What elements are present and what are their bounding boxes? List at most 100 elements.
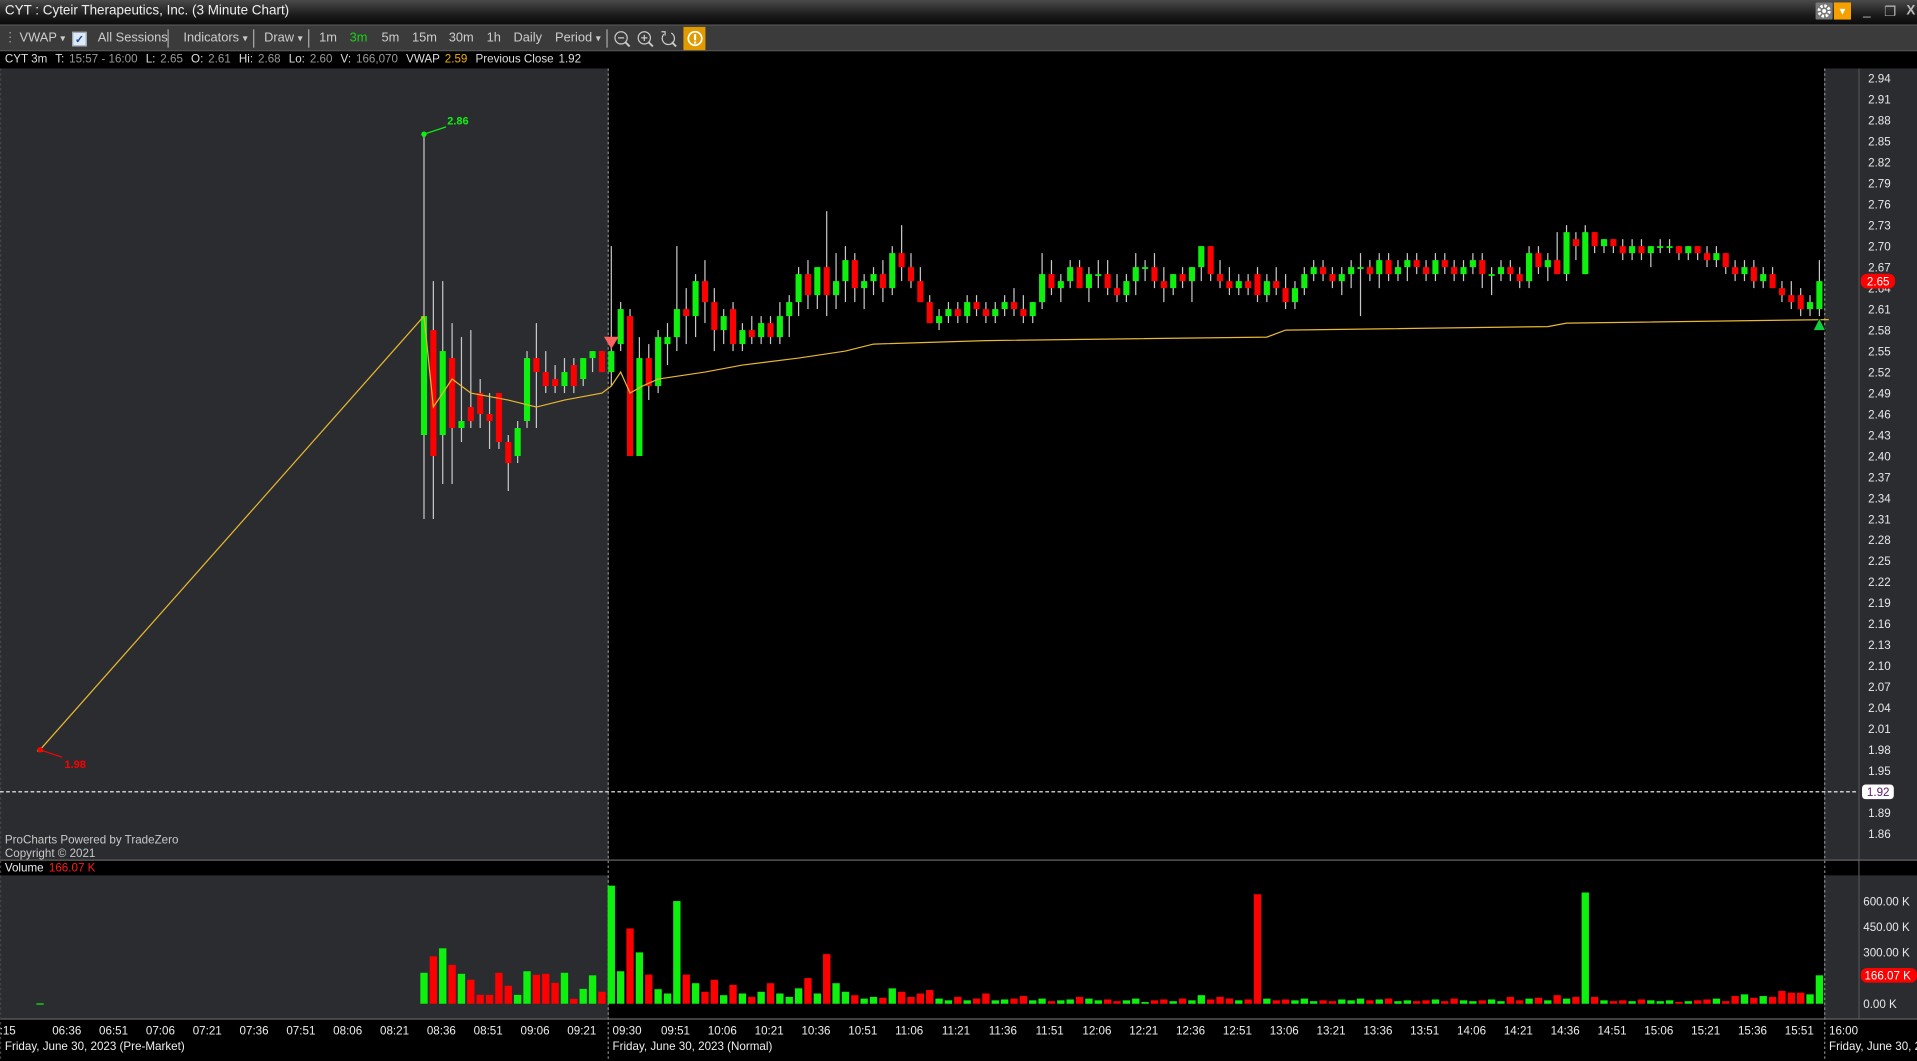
volume-bar[interactable] [1394,1001,1402,1004]
candle-body[interactable] [1479,260,1486,275]
candle-body[interactable] [1104,274,1111,289]
volume-bar[interactable] [879,997,887,1004]
volume-bar[interactable] [1497,1001,1505,1004]
candle-body[interactable] [589,351,596,359]
candle-body[interactable] [720,316,727,331]
candle-body[interactable] [936,316,943,324]
price-chart[interactable]: 2.94 2.91 2.88 2.85 2.82 2.79 2.76 2.73 2.70 2.67… [0,0,1917,1061]
candle-body[interactable] [1160,281,1167,289]
volume-bar[interactable] [654,989,662,1004]
volume-bar[interactable] [916,993,925,1004]
volume-bar[interactable] [1609,1001,1618,1004]
volume-bar[interactable] [1300,998,1308,1004]
volume-bar[interactable] [1413,1001,1421,1004]
volume-bar[interactable] [1272,1000,1280,1004]
candle-body[interactable] [1413,260,1420,268]
candle-body[interactable] [636,358,643,457]
volume-bar[interactable] [1113,1001,1121,1004]
candle-body[interactable] [945,309,952,317]
volume-bar[interactable] [926,990,934,1004]
candle-body[interactable] [1273,281,1280,289]
candle-body[interactable] [1170,274,1177,289]
volume-bar[interactable] [467,979,475,1004]
candle-body[interactable] [1095,274,1102,276]
candle-body[interactable] [430,330,437,457]
candle-body[interactable] [982,309,989,317]
volume-bar[interactable] [607,885,615,1004]
volume-bar[interactable] [776,993,784,1004]
volume-bar[interactable] [1600,1000,1608,1004]
volume-bar[interactable] [1487,999,1496,1004]
volume-bar[interactable] [1356,998,1365,1004]
volume-bar[interactable] [429,956,438,1004]
volume-bar[interactable] [1160,999,1168,1004]
candle-body[interactable] [1507,267,1514,275]
volume-bar[interactable] [720,995,728,1004]
candle-body[interactable] [917,281,924,303]
volume-bar[interactable] [1722,1001,1730,1004]
candle-body[interactable] [823,267,830,296]
candle-body[interactable] [1469,260,1476,268]
candle-body[interactable] [626,316,634,457]
volume-bar[interactable] [766,983,775,1004]
candle-body[interactable] [1423,267,1430,275]
candle-body[interactable] [1301,274,1308,289]
candle-body[interactable] [1488,274,1495,276]
candle-body[interactable] [570,365,577,387]
volume-bar[interactable] [1656,1001,1664,1004]
volume-bar[interactable] [1712,998,1721,1004]
candle-body[interactable] [1020,309,1027,317]
volume-bar[interactable] [1469,1001,1477,1004]
candle-body[interactable] [683,309,690,317]
volume-bar[interactable] [1310,1001,1318,1004]
volume-bar[interactable] [738,993,747,1004]
candle-body[interactable] [1657,246,1664,248]
volume-bar[interactable] [1740,994,1749,1004]
candle-body[interactable] [1535,253,1542,268]
volume-bar[interactable] [513,994,522,1004]
candle-body[interactable] [1760,274,1767,282]
candle-body[interactable] [1263,281,1270,296]
volume-bar[interactable] [1647,1000,1655,1004]
candle-body[interactable] [1591,232,1598,247]
volume-bar[interactable] [1338,999,1346,1004]
volume-bar[interactable] [532,974,541,1004]
volume-bar[interactable] [1206,999,1215,1004]
volume-bar[interactable] [954,996,962,1004]
candle-body[interactable] [1385,260,1392,275]
volume-bar[interactable] [1225,998,1234,1004]
candle-body[interactable] [767,323,774,338]
volume-bar[interactable] [542,973,550,1004]
volume-bar[interactable] [794,988,803,1004]
volume-bar[interactable] [588,975,597,1004]
volume-bar[interactable] [1478,1000,1486,1004]
volume-bar[interactable] [1693,1000,1702,1004]
volume-bar[interactable] [616,971,625,1004]
volume-bar[interactable] [1590,996,1599,1004]
volume-bar[interactable] [1094,1000,1102,1004]
volume-bar[interactable] [598,991,606,1004]
candle-body[interactable] [1010,302,1018,310]
volume-bar[interactable] [448,964,456,1004]
volume-bar[interactable] [1281,999,1290,1004]
candle-body[interactable] [542,372,549,387]
candle-body[interactable] [1713,253,1720,261]
volume-bar[interactable] [1197,995,1205,1004]
candle-body[interactable] [1291,288,1299,303]
candle-body[interactable] [1376,260,1383,275]
candle-body[interactable] [1497,267,1505,275]
volume-bar[interactable] [1057,1000,1065,1004]
candle-body[interactable] [1816,281,1823,310]
candle-body[interactable] [1057,281,1064,289]
volume-bar[interactable] [1244,999,1252,1004]
candle-body[interactable] [1460,267,1467,275]
candle-body[interactable] [1085,274,1092,289]
volume-bar[interactable] [1675,1002,1683,1004]
volume-bar[interactable] [1375,999,1383,1004]
volume-bar[interactable] [579,988,587,1004]
volume-bar[interactable] [785,996,793,1004]
candle-body[interactable] [1675,246,1682,254]
candle-body[interactable] [1666,246,1673,248]
volume-bar[interactable] [1085,998,1093,1004]
candle-body[interactable] [964,302,971,317]
